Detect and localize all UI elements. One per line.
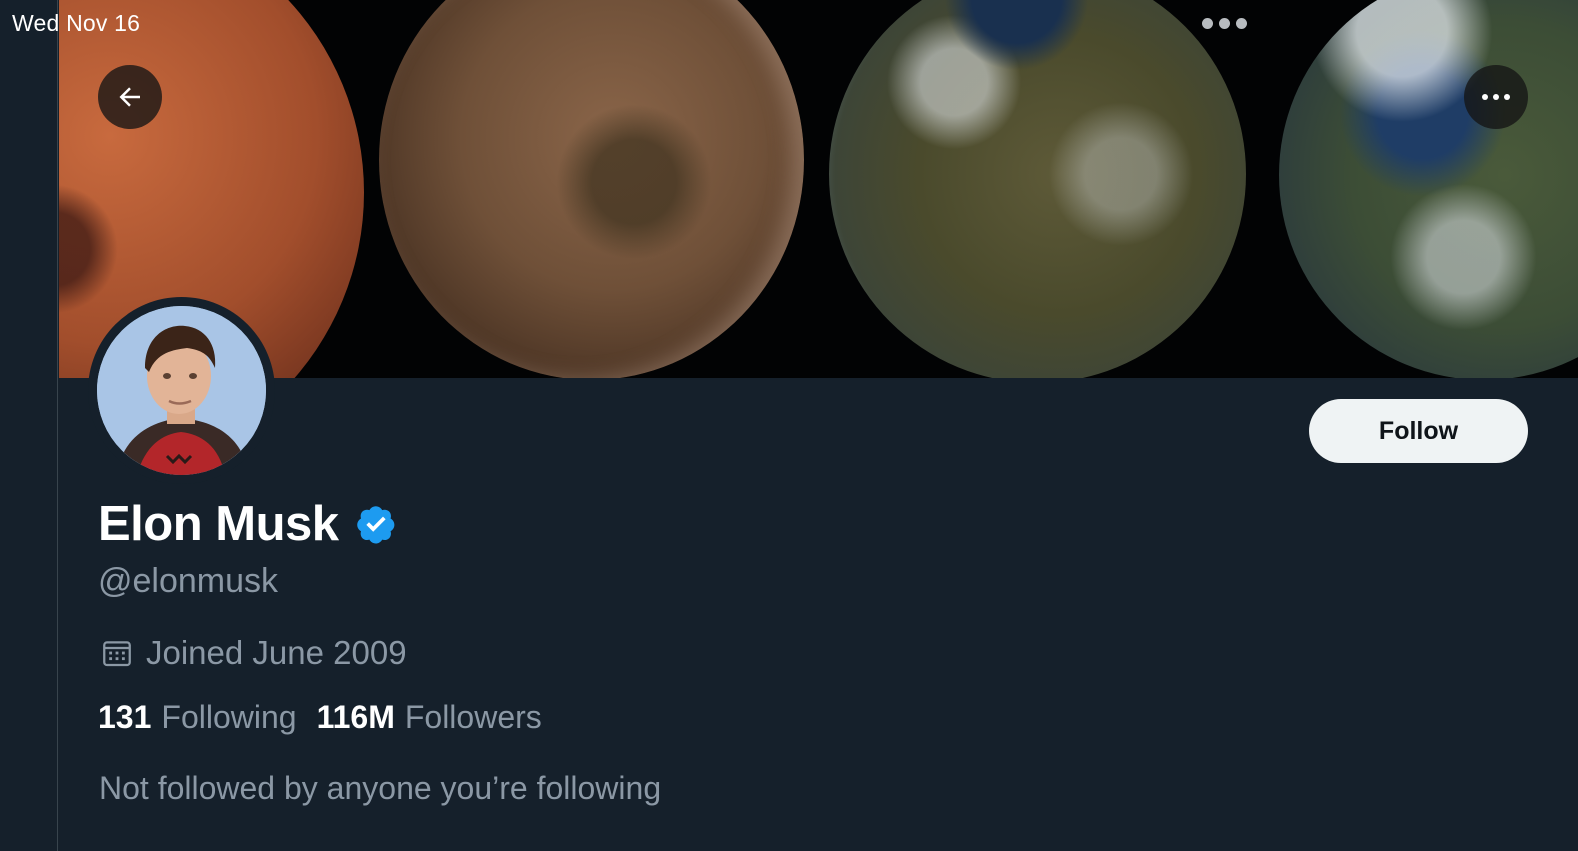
followers-label: Followers <box>404 699 542 735</box>
multitasking-handle[interactable] <box>1202 18 1247 29</box>
followers-count: 116M <box>316 699 395 735</box>
profile-handle: @elonmusk <box>98 562 279 600</box>
back-button[interactable] <box>98 65 162 129</box>
left-rail <box>0 0 58 851</box>
following-link[interactable]: 131 Following <box>98 699 297 736</box>
follow-stats: 131 Following 116M Followers <box>98 699 562 736</box>
avatar-ring[interactable] <box>88 297 275 484</box>
joined-date: Joined June 2009 <box>100 634 407 672</box>
banner-planet-3 <box>829 0 1246 378</box>
following-count: 131 <box>98 699 152 735</box>
profile-banner[interactable] <box>59 0 1578 378</box>
followers-link[interactable]: 116M Followers <box>317 699 542 736</box>
status-bar-date: Wed Nov 16 <box>12 10 141 36</box>
banner-planet-2 <box>379 0 804 378</box>
avatar <box>97 306 266 475</box>
profile-name-row: Elon Musk <box>98 496 397 552</box>
avatar-portrait-icon <box>97 306 266 475</box>
display-name: Elon Musk <box>98 497 339 551</box>
calendar-icon <box>103 641 131 667</box>
verified-badge-icon[interactable] <box>355 503 397 545</box>
mutual-followers-note: Not followed by anyone you’re following <box>99 770 662 806</box>
banner-planet-4 <box>1279 0 1578 378</box>
follow-button[interactable]: Follow <box>1309 399 1528 463</box>
more-horizontal-icon <box>1482 94 1510 100</box>
following-label: Following <box>161 699 297 735</box>
more-options-button[interactable] <box>1464 65 1528 129</box>
joined-label: Joined June 2009 <box>146 634 407 671</box>
arrow-left-icon <box>119 87 140 107</box>
